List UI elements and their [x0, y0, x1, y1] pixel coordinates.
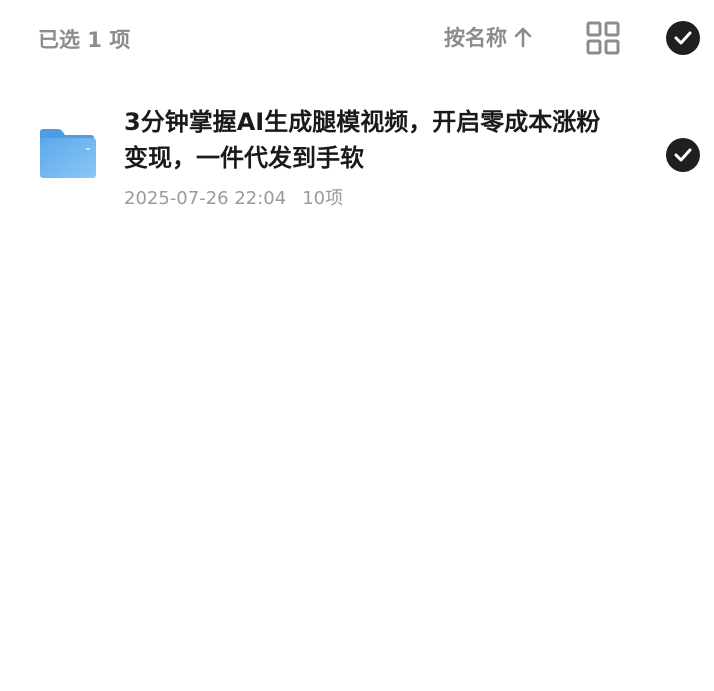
grid-view-button[interactable] [586, 21, 620, 55]
file-date: 2025-07-26 22:04 [124, 188, 287, 209]
file-meta: 2025-07-26 22:04 10项 [124, 184, 343, 210]
file-name: 3分钟掌握AI生成腿模视频，开启零成本涨粉变现，一件代发到手软 [124, 108, 601, 172]
arrow-up-icon [514, 27, 532, 48]
file-item-count: 10项 [302, 188, 344, 209]
sort-label: 按名称 [444, 26, 507, 50]
file-list-item[interactable]: 3分钟掌握AI生成腿模视频，开启零成本涨粉变现，一件代发到手软 2025-07-… [0, 90, 714, 220]
check-circle-icon [666, 21, 700, 55]
sort-by-name-button[interactable]: 按名称 [444, 22, 533, 52]
selected-count-label: 已选 1 项 [38, 28, 131, 52]
selection-toolbar: 已选 1 项 按名称 [0, 0, 714, 76]
file-select-checkbox[interactable] [666, 138, 700, 172]
grid-icon [586, 21, 620, 55]
folder-icon [40, 129, 96, 178]
check-circle-icon [666, 138, 700, 172]
select-all-checkbox[interactable] [666, 21, 700, 55]
